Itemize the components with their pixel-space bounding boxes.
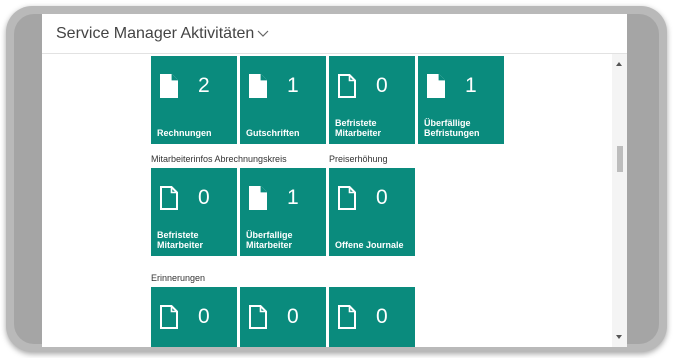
document-outline-icon bbox=[338, 74, 356, 98]
scroll-up-icon[interactable] bbox=[616, 62, 622, 66]
tile-erinnerung-1[interactable]: 0 bbox=[151, 287, 237, 347]
tile-gutschriften[interactable]: 1 Gutschriften bbox=[240, 56, 326, 144]
activities-content: 2 Rechnungen 1 Gutschriften 0 Befristete… bbox=[42, 54, 612, 347]
page-header: Service Manager Aktivitäten bbox=[42, 14, 627, 54]
section-label-abrechnungskreis: Mitarbeiterinfos Abrechnungskreis bbox=[151, 154, 287, 164]
tile-label: Gutschriften bbox=[246, 128, 300, 138]
tile-count: 0 bbox=[198, 305, 210, 328]
tile-count: 0 bbox=[198, 186, 210, 209]
tile-count: 0 bbox=[376, 305, 388, 328]
section-label-erinnerungen: Erinnerungen bbox=[151, 273, 206, 283]
vertical-scrollbar[interactable] bbox=[612, 54, 627, 347]
tile-erinnerung-3[interactable]: 0 bbox=[329, 287, 415, 347]
tile-count: 1 bbox=[287, 74, 299, 97]
chevron-down-icon[interactable] bbox=[257, 25, 269, 43]
app-screen: Service Manager Aktivitäten 2 Rechnungen… bbox=[42, 14, 627, 347]
tile-label: Offene Journale bbox=[335, 240, 404, 250]
document-filled-icon bbox=[427, 74, 445, 98]
tile-count: 1 bbox=[465, 74, 477, 97]
tile-count: 0 bbox=[376, 74, 388, 97]
tile-rechnungen[interactable]: 2 Rechnungen bbox=[151, 56, 237, 144]
document-filled-icon bbox=[249, 186, 267, 210]
tile-label: Befristete Mitarbeiter bbox=[335, 118, 382, 138]
tile-befristete-mitarbeiter[interactable]: 0 Befristete Mitarbeiter bbox=[329, 56, 415, 144]
document-outline-icon bbox=[160, 186, 178, 210]
tile-label: Rechnungen bbox=[157, 128, 212, 138]
tile-count: 1 bbox=[287, 186, 299, 209]
page-title[interactable]: Service Manager Aktivitäten bbox=[56, 25, 254, 42]
tile-label: Überfällige Befristungen bbox=[424, 118, 480, 138]
tile-ueberfallige-mitarbeiter[interactable]: 1 Überfallige Mitarbeiter bbox=[240, 168, 326, 256]
scrollbar-thumb[interactable] bbox=[617, 146, 623, 172]
tile-ueberfaellige-befristungen[interactable]: 1 Überfällige Befristungen bbox=[418, 56, 504, 144]
tile-count: 0 bbox=[376, 186, 388, 209]
document-filled-icon bbox=[160, 74, 178, 98]
document-outline-icon bbox=[338, 186, 356, 210]
scroll-down-icon[interactable] bbox=[616, 335, 622, 339]
section-label-preiserhoehung: Preiserhöhung bbox=[329, 154, 388, 164]
tile-label: Überfallige Mitarbeiter bbox=[246, 230, 293, 250]
tile-offene-journale[interactable]: 0 Offene Journale bbox=[329, 168, 415, 256]
tile-count: 2 bbox=[198, 74, 210, 97]
document-outline-icon bbox=[338, 305, 356, 329]
tile-count: 0 bbox=[287, 305, 299, 328]
document-outline-icon bbox=[160, 305, 178, 329]
document-outline-icon bbox=[249, 305, 267, 329]
document-filled-icon bbox=[249, 74, 267, 98]
tile-label: Befristete Mitarbeiter bbox=[157, 230, 204, 250]
tile-befristete-mitarbeiter-2[interactable]: 0 Befristete Mitarbeiter bbox=[151, 168, 237, 256]
tile-erinnerung-2[interactable]: 0 bbox=[240, 287, 326, 347]
